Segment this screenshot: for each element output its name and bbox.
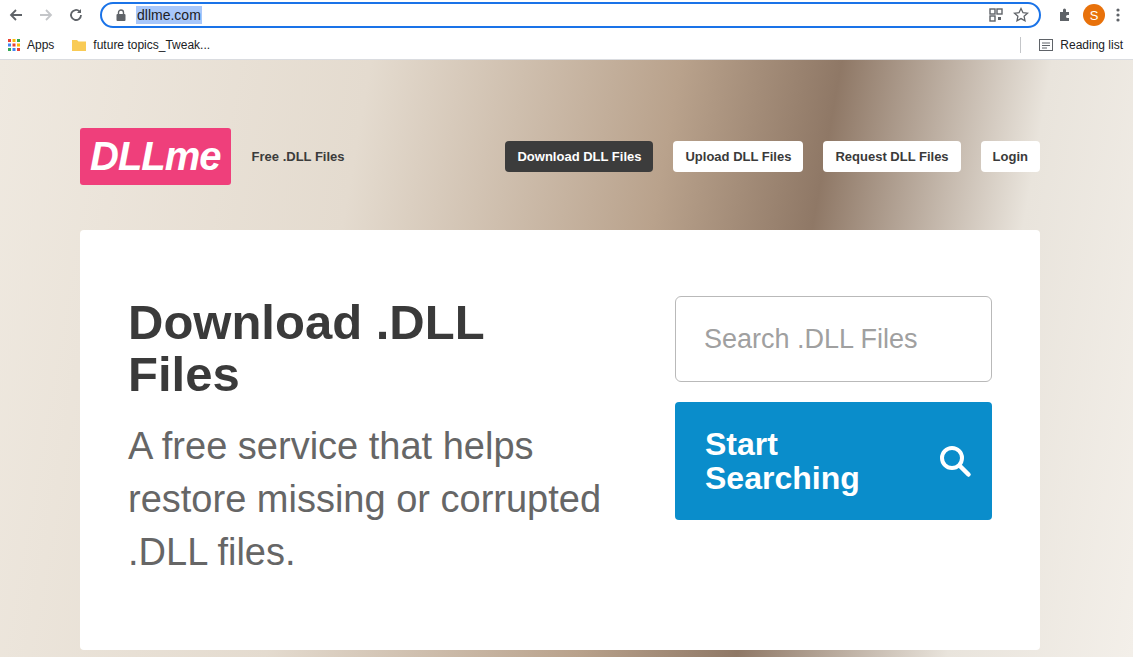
search-input[interactable]: [675, 296, 992, 382]
lock-icon: [116, 9, 126, 21]
nav: Download DLL Files Upload DLL Files Reques…: [505, 141, 1040, 172]
nav-button[interactable]: Download DLL Files: [505, 141, 653, 172]
extensions-puzzle-icon[interactable]: [1057, 7, 1073, 23]
forward-button[interactable]: [36, 5, 56, 25]
bookmark-item[interactable]: Apps: [8, 38, 54, 52]
nav-button[interactable]: Login: [981, 141, 1040, 172]
back-arrow-icon: [8, 7, 24, 23]
address-bar[interactable]: dllme.com: [100, 2, 1041, 28]
search-icon: [938, 444, 972, 478]
site-header: DLLme Free .DLL Files Download DLL Files Up…: [80, 128, 1040, 185]
toolbar: dllme.com S: [0, 0, 1133, 30]
back-button[interactable]: [6, 5, 26, 25]
folder-icon: [72, 39, 86, 51]
tagline: Free .DLL Files: [252, 149, 345, 164]
profile-avatar[interactable]: S: [1083, 4, 1105, 26]
apps-grid-icon: [8, 39, 20, 51]
bookmark-item[interactable]: future topics_Tweak...: [72, 38, 210, 52]
forward-arrow-icon: [38, 7, 54, 23]
hero-card: Download .DLL Files A free service that h…: [80, 230, 1040, 650]
reading-list-icon: [1039, 39, 1053, 51]
page-background-photo: DLLme Free .DLL Files Download DLL Files Up…: [0, 60, 1133, 657]
search-panel: Start Searching: [675, 296, 992, 610]
hero-subtitle: A free service that helps restore missin…: [128, 420, 605, 579]
nav-button[interactable]: Upload DLL Files: [673, 141, 803, 172]
nav-button[interactable]: Request DLL Files: [823, 141, 960, 172]
search-button[interactable]: Start Searching: [675, 402, 992, 520]
logo[interactable]: DLLme: [80, 128, 231, 185]
reading-list[interactable]: Reading list: [1039, 38, 1123, 52]
url-text[interactable]: dllme.com: [136, 6, 202, 24]
hero-title: Download .DLL Files: [128, 296, 605, 400]
browser-window: dllme.com S Apps future topics_Tweak... Read…: [0, 0, 1133, 657]
brand: DLLme Free .DLL Files: [80, 128, 345, 185]
qr-code-icon[interactable]: [989, 8, 1003, 22]
hero-text: Download .DLL Files A free service that h…: [128, 296, 605, 610]
reload-button[interactable]: [66, 5, 86, 25]
star-icon[interactable]: [1013, 7, 1029, 23]
bookmarks-bar: Apps future topics_Tweak... Reading list: [0, 30, 1133, 60]
menu-dots-icon[interactable]: [1115, 7, 1121, 23]
reload-icon: [68, 7, 84, 23]
